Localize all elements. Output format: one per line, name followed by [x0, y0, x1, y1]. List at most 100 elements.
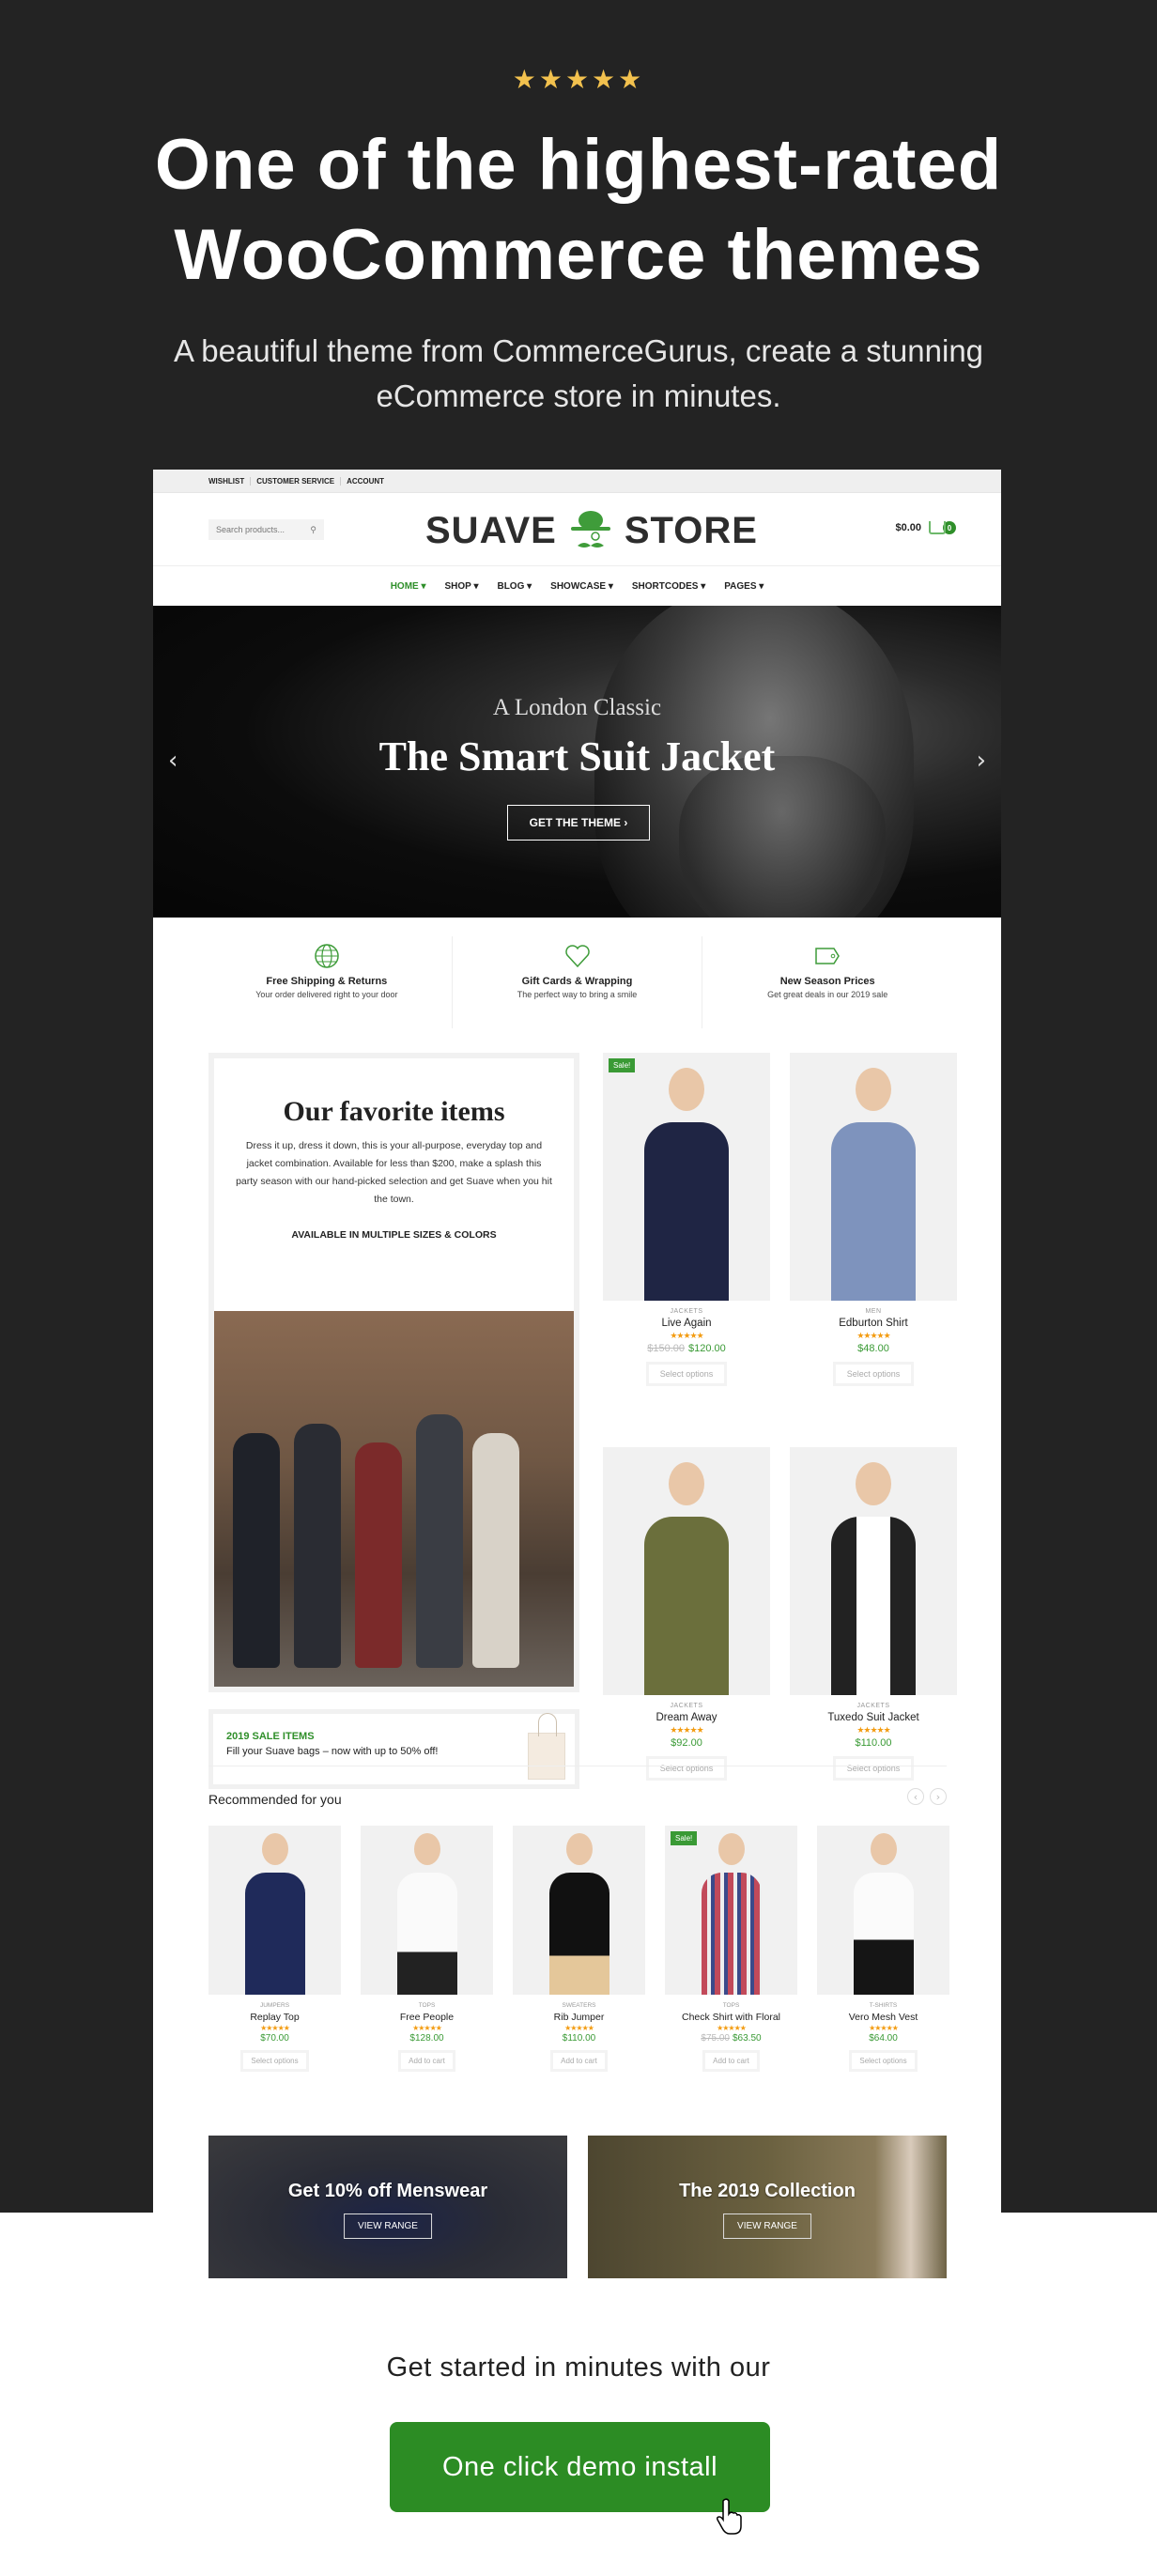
select-options-button[interactable]: Select options: [832, 1756, 915, 1781]
product-price: $48.00: [857, 1343, 889, 1354]
product-category[interactable]: TOPS: [665, 2002, 797, 2009]
store-header: Search products... ⚲ SUAVE STORE $0.00 0: [153, 493, 1001, 566]
select-options-button[interactable]: Select options: [240, 2050, 309, 2072]
model-head: [669, 1462, 704, 1505]
view-range-button[interactable]: VIEW RANGE: [723, 2214, 811, 2239]
product-name[interactable]: Tuxedo Suit Jacket: [790, 1712, 957, 1723]
recommended-product[interactable]: T-SHIRTS Vero Mesh Vest ★★★★★ $64.00 Sel…: [817, 1826, 949, 2072]
feature-title: New Season Prices: [779, 976, 875, 987]
product-price: $128.00: [409, 2033, 444, 2044]
select-options-button[interactable]: Select options: [849, 2050, 918, 2072]
product-card[interactable]: MEN Edburton Shirt ★★★★★ $48.00 Select o…: [790, 1053, 957, 1386]
store-logo[interactable]: SUAVE STORE: [425, 510, 758, 551]
product-image[interactable]: [208, 1826, 341, 1995]
topbar-link-customer-service[interactable]: CUSTOMER SERVICE: [251, 476, 342, 486]
topbar-link-wishlist[interactable]: WISHLIST: [208, 476, 252, 486]
product-category[interactable]: T-SHIRTS: [817, 2002, 949, 2009]
search-icon[interactable]: ⚲: [310, 525, 316, 535]
product-name[interactable]: Check Shirt with Floral: [665, 2012, 797, 2023]
feature-title: Free Shipping & Returns: [266, 976, 388, 987]
product-image[interactable]: [790, 1447, 957, 1695]
product-card[interactable]: JACKETS Tuxedo Suit Jacket ★★★★★ $110.00…: [790, 1447, 957, 1781]
product-name[interactable]: Free People: [361, 2012, 493, 2023]
group-photo: [214, 1311, 574, 1687]
one-click-demo-install-button[interactable]: One click demo install: [390, 2422, 770, 2512]
view-range-button[interactable]: VIEW RANGE: [344, 2214, 432, 2239]
nav-blog[interactable]: BLOG ▾: [497, 581, 532, 592]
nav-shop[interactable]: SHOP ▾: [445, 581, 479, 592]
carousel-controls: ‹ ›: [907, 1788, 947, 1805]
sale-promo-title: 2019 SALE ITEMS: [226, 1731, 315, 1742]
product-category[interactable]: JACKETS: [790, 1703, 957, 1709]
carousel-prev-icon[interactable]: ‹: [907, 1788, 924, 1805]
feature-subtitle: The perfect way to bring a smile: [517, 990, 638, 999]
product-rating: ★★★★★: [717, 2024, 747, 2032]
product-rating: ★★★★★: [869, 2024, 899, 2032]
product-name[interactable]: Replay Top: [208, 2012, 341, 2023]
product-category[interactable]: SWEATERS: [513, 2002, 645, 2009]
top-bar: WISHLIST CUSTOMER SERVICE ACCOUNT: [153, 470, 1001, 493]
model-head: [856, 1068, 891, 1111]
store-preview: WISHLIST CUSTOMER SERVICE ACCOUNT Search…: [153, 470, 1001, 2278]
feature-title: Gift Cards & Wrapping: [521, 976, 633, 987]
person-figure: [355, 1442, 402, 1668]
select-options-button[interactable]: Select options: [645, 1362, 728, 1386]
current-price: $120.00: [688, 1343, 726, 1354]
promo-menswear[interactable]: Get 10% off Menswear VIEW RANGE: [208, 2136, 567, 2278]
nav-shortcodes[interactable]: SHORTCODES ▾: [632, 581, 705, 592]
promo-collection[interactable]: The 2019 Collection VIEW RANGE: [588, 2136, 947, 2278]
model-body: [244, 1873, 305, 1995]
recommended-product[interactable]: Sale! TOPS Check Shirt with Floral ★★★★★…: [665, 1826, 797, 2072]
sale-promo-text: Fill your Suave bags – now with up to 50…: [226, 1746, 439, 1757]
recommended-product[interactable]: JUMPERS Replay Top ★★★★★ $70.00 Select o…: [208, 1826, 341, 2072]
get-the-theme-button[interactable]: GET THE THEME ›: [507, 805, 650, 841]
feature-gift-cards: Gift Cards & Wrapping The perfect way to…: [453, 936, 703, 1028]
current-price: $63.50: [733, 2033, 762, 2044]
product-image[interactable]: Sale!: [603, 1053, 770, 1301]
recommended-product[interactable]: SWEATERS Rib Jumper ★★★★★ $110.00 Add to…: [513, 1826, 645, 2072]
recommended-product[interactable]: TOPS Free People ★★★★★ $128.00 Add to ca…: [361, 1826, 493, 2072]
select-options-button[interactable]: Select options: [832, 1362, 915, 1386]
product-category[interactable]: MEN: [790, 1308, 957, 1315]
product-rating: ★★★★★: [670, 1331, 703, 1340]
product-price: $64.00: [869, 2033, 898, 2044]
product-name[interactable]: Rib Jumper: [513, 2012, 645, 2023]
product-rating: ★★★★★: [670, 1725, 703, 1735]
hand-pointer-cursor-icon: [717, 2498, 742, 2535]
model-body: [644, 1517, 729, 1695]
product-card[interactable]: Sale! JACKETS Live Again ★★★★★ $150.00 $1…: [603, 1053, 770, 1386]
nav-home[interactable]: HOME ▾: [391, 581, 426, 592]
model-head: [856, 1462, 891, 1505]
product-image[interactable]: [817, 1826, 949, 1995]
nav-showcase[interactable]: SHOWCASE ▾: [550, 581, 613, 592]
add-to-cart-button[interactable]: Add to cart: [398, 2050, 455, 2072]
product-name[interactable]: Vero Mesh Vest: [817, 2012, 949, 2023]
add-to-cart-button[interactable]: Add to cart: [550, 2050, 608, 2072]
nav-pages[interactable]: PAGES ▾: [724, 581, 764, 592]
product-category[interactable]: JACKETS: [603, 1703, 770, 1709]
product-card[interactable]: JACKETS Dream Away ★★★★★ $92.00 Select o…: [603, 1447, 770, 1781]
banner-kicker: A London Classic: [492, 695, 662, 720]
product-image[interactable]: [603, 1447, 770, 1695]
product-name[interactable]: Live Again: [603, 1318, 770, 1329]
product-image[interactable]: [361, 1826, 493, 1995]
select-options-button[interactable]: Select options: [645, 1756, 728, 1781]
product-name[interactable]: Edburton Shirt: [790, 1318, 957, 1329]
model-head: [669, 1068, 704, 1111]
person-figure: [294, 1424, 341, 1668]
product-category[interactable]: JUMPERS: [208, 2002, 341, 2009]
topbar-link-account[interactable]: ACCOUNT: [341, 477, 390, 486]
add-to-cart-button[interactable]: Add to cart: [702, 2050, 760, 2072]
person-figure: [472, 1433, 519, 1668]
product-category[interactable]: TOPS: [361, 2002, 493, 2009]
cart-button[interactable]: $0.00 0: [895, 521, 956, 534]
product-category[interactable]: JACKETS: [603, 1308, 770, 1315]
search-input[interactable]: Search products... ⚲: [208, 519, 324, 540]
feature-season-prices: New Season Prices Get great deals in our…: [702, 936, 952, 1028]
carousel-next-icon[interactable]: ›: [930, 1788, 947, 1805]
product-image[interactable]: [790, 1053, 957, 1301]
product-name[interactable]: Dream Away: [603, 1712, 770, 1723]
sale-promo-box[interactable]: 2019 SALE ITEMS Fill your Suave bags – n…: [208, 1709, 579, 1789]
product-image[interactable]: Sale!: [665, 1826, 797, 1995]
product-image[interactable]: [513, 1826, 645, 1995]
